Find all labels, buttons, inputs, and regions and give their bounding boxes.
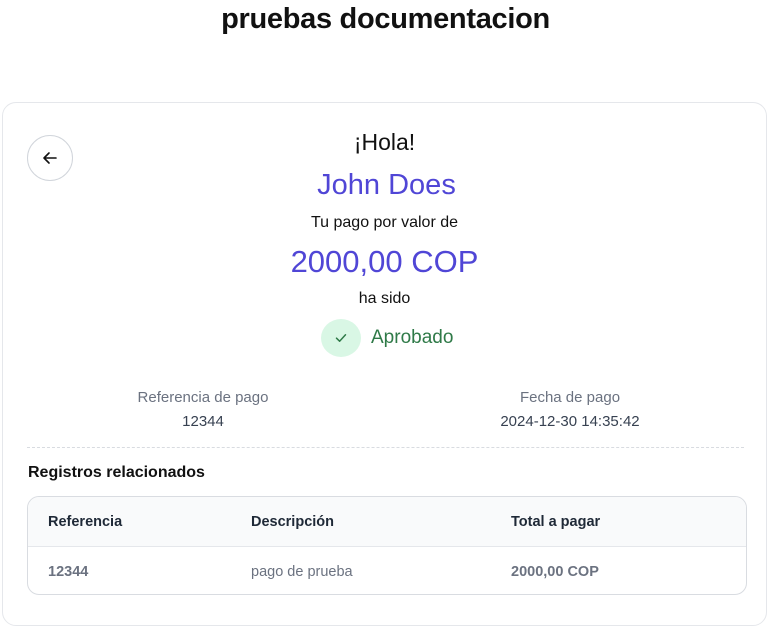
status-prefix: ha sido	[358, 290, 411, 307]
user-name: John Does	[317, 169, 456, 201]
table-header: Referencia Descripción Total a pagar	[28, 497, 746, 547]
payment-amount-label: Tu pago por valor de	[310, 214, 459, 231]
payment-date-value: 2024-12-30 14:35:42	[500, 413, 640, 430]
payment-reference-value: 12344	[182, 413, 224, 430]
check-icon	[335, 334, 347, 342]
cell-total: 2000,00 COP	[511, 563, 599, 580]
related-records-title: Registros relacionados	[28, 464, 205, 481]
payment-date: Fecha de pago 2024-12-30 14:35:42	[440, 389, 700, 430]
cell-description: pago de prueba	[251, 563, 353, 580]
page-title: pruebas documentacion	[221, 3, 550, 35]
payment-receipt-card: ¡Hola! John Does Tu pago por valor de 20…	[2, 102, 767, 626]
payment-date-label: Fecha de pago	[519, 389, 621, 406]
divider	[27, 447, 744, 448]
payment-reference-label: Referencia de pago	[137, 389, 269, 406]
related-records-table: Referencia Descripción Total a pagar 123…	[27, 496, 747, 595]
table-row: 12344 pago de prueba 2000,00 COP	[28, 547, 746, 594]
status-check-circle	[321, 319, 361, 357]
status-text: Aprobado	[371, 327, 454, 348]
column-header-total: Total a pagar	[511, 513, 601, 530]
cell-reference: 12344	[48, 563, 89, 580]
column-header-reference: Referencia	[48, 513, 123, 530]
payment-reference: Referencia de pago 12344	[73, 389, 333, 430]
greeting: ¡Hola!	[353, 129, 416, 155]
payment-amount: 2000,00 COP	[290, 244, 479, 279]
status-badge: Aprobado	[321, 319, 453, 357]
column-header-description: Descripción	[251, 513, 334, 530]
